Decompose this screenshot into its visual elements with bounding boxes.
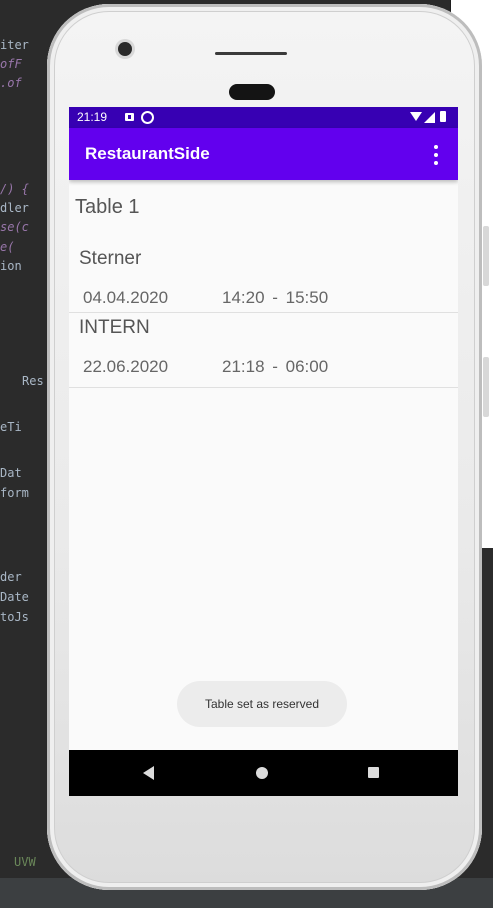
toast-message: Table set as reserved xyxy=(177,681,347,727)
front-camera-icon xyxy=(118,42,132,56)
speaker-grille xyxy=(215,52,287,55)
signal-icon xyxy=(424,112,435,123)
scrollbar-mark xyxy=(483,226,489,286)
app-title: RestaurantSide xyxy=(85,144,210,163)
reservation-list: Sterner 04.04.2020 14:20 - 15:50 INTERN … xyxy=(69,237,458,388)
table-title: Table 1 xyxy=(75,196,140,218)
wifi-icon xyxy=(410,112,422,121)
status-indicators xyxy=(410,111,450,124)
navigation-bar xyxy=(69,750,458,796)
list-item[interactable]: Sterner 04.04.2020 14:20 - 15:50 xyxy=(69,237,458,313)
battery-icon xyxy=(440,111,446,122)
list-item[interactable]: INTERN 22.06.2020 21:18 - 06:00 xyxy=(69,313,458,388)
earpiece xyxy=(229,84,275,100)
reservation-name: INTERN xyxy=(79,317,150,338)
notification-icon xyxy=(125,113,134,121)
sync-icon xyxy=(141,111,154,124)
status-bar: 21:19 xyxy=(69,107,458,128)
phone-screen: 21:19 RestaurantSide Table 1 Sterner 04.… xyxy=(69,107,458,796)
status-time: 21:19 xyxy=(77,110,108,124)
reservation-date: 22.06.2020 xyxy=(83,357,169,376)
reservation-time: 21:18 - 06:00 xyxy=(222,357,329,376)
scrollbar-mark xyxy=(483,357,489,417)
app-bar: RestaurantSide xyxy=(69,128,458,180)
reservation-date: 04.04.2020 xyxy=(83,288,169,307)
home-icon[interactable] xyxy=(256,767,268,779)
overflow-menu-icon[interactable] xyxy=(426,144,446,166)
recents-icon[interactable] xyxy=(368,767,379,778)
reservation-time: 14:20 - 15:50 xyxy=(222,288,329,307)
back-icon[interactable] xyxy=(143,766,154,780)
reservation-name: Sterner xyxy=(79,248,142,269)
